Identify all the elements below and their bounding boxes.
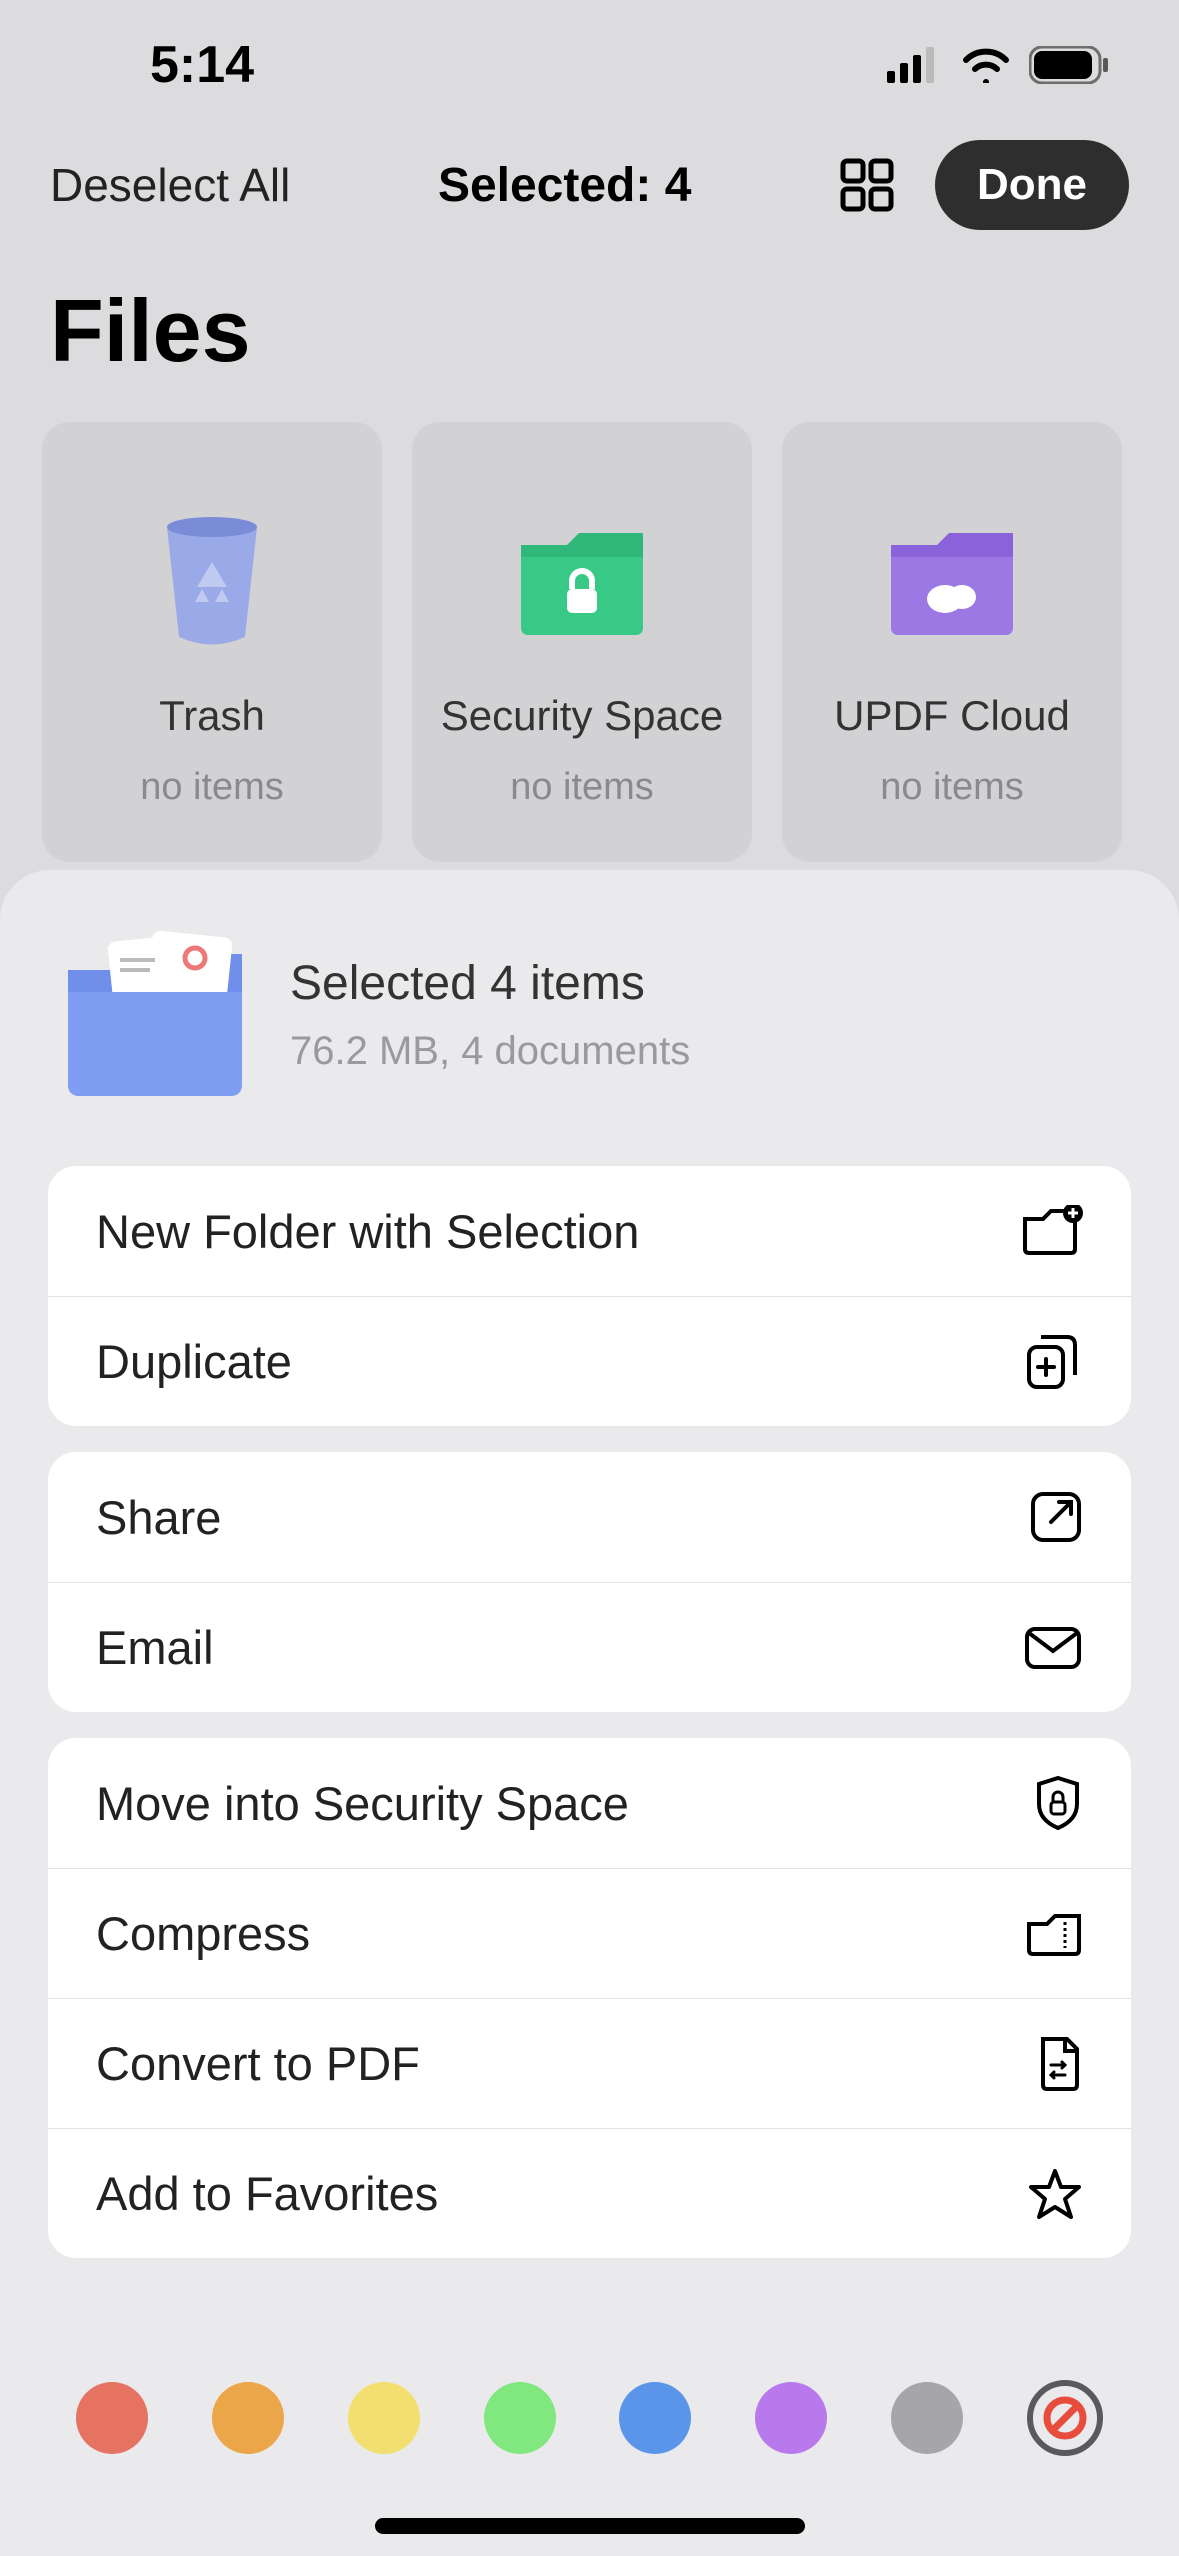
trash-icon <box>157 482 267 682</box>
star-icon <box>1027 2167 1083 2221</box>
cellular-icon <box>887 47 943 83</box>
convert-icon <box>1035 2035 1083 2093</box>
color-dot-orange[interactable] <box>212 2382 284 2454</box>
duplicate-icon <box>1025 1333 1083 1391</box>
color-dot-blue[interactable] <box>619 2382 691 2454</box>
folder-tile-cloud[interactable]: UPDF Cloud no items <box>782 422 1122 862</box>
action-group: Share Email <box>48 1452 1131 1712</box>
color-dot-purple[interactable] <box>755 2382 827 2454</box>
action-compress[interactable]: Compress <box>48 1868 1131 1998</box>
share-icon <box>1029 1490 1083 1544</box>
new-folder-icon <box>1021 1205 1083 1257</box>
action-label: Add to Favorites <box>96 2166 438 2221</box>
action-duplicate[interactable]: Duplicate <box>48 1296 1131 1426</box>
action-label: Convert to PDF <box>96 2036 420 2091</box>
email-icon <box>1023 1625 1083 1671</box>
action-label: Move into Security Space <box>96 1776 629 1831</box>
sheet-header: Selected 4 items 76.2 MB, 4 documents <box>0 870 1179 1140</box>
color-dot-red[interactable] <box>76 2382 148 2454</box>
action-share[interactable]: Share <box>48 1452 1131 1582</box>
security-folder-icon <box>517 482 647 682</box>
status-icons <box>887 46 1109 84</box>
folder-tile-name: Security Space <box>441 692 723 740</box>
action-group: New Folder with Selection Duplicate <box>48 1166 1131 1426</box>
action-label: Compress <box>96 1906 310 1961</box>
action-add-favorites[interactable]: Add to Favorites <box>48 2128 1131 2258</box>
battery-icon <box>1029 46 1109 84</box>
action-sheet: Selected 4 items 76.2 MB, 4 documents Ne… <box>0 870 1179 2556</box>
nav-bar: Deselect All Selected: 4 Done <box>0 130 1179 240</box>
cloud-folder-icon <box>887 482 1017 682</box>
action-email[interactable]: Email <box>48 1582 1131 1712</box>
action-label: New Folder with Selection <box>96 1204 639 1259</box>
done-button[interactable]: Done <box>935 140 1129 230</box>
color-row <box>0 2380 1179 2456</box>
folder-tile-sub: no items <box>140 766 284 809</box>
folder-tile-sub: no items <box>880 766 1024 809</box>
deselect-all-button[interactable]: Deselect All <box>50 158 290 212</box>
folder-tile-sub: no items <box>510 766 654 809</box>
action-group: Move into Security Space Compress Conver… <box>48 1738 1131 2258</box>
home-indicator[interactable] <box>375 2518 805 2534</box>
grid-view-icon[interactable] <box>839 157 895 213</box>
folder-tiles: Trash no items Security Space no items U… <box>0 422 1179 862</box>
folder-tile-name: Trash <box>159 692 265 740</box>
color-dot-green[interactable] <box>484 2382 556 2454</box>
wifi-icon <box>961 47 1011 83</box>
no-color-button[interactable] <box>1027 2380 1103 2456</box>
folder-tile-name: UPDF Cloud <box>834 692 1070 740</box>
status-time: 5:14 <box>150 35 254 95</box>
selection-folder-icon <box>60 930 250 1100</box>
page-title: Files <box>0 240 1179 422</box>
action-label: Share <box>96 1490 221 1545</box>
sheet-subtitle: 76.2 MB, 4 documents <box>290 1029 690 1074</box>
shield-lock-icon <box>1033 1774 1083 1832</box>
compress-icon <box>1025 1910 1083 1958</box>
color-dot-gray[interactable] <box>891 2382 963 2454</box>
action-new-folder[interactable]: New Folder with Selection <box>48 1166 1131 1296</box>
action-move-security[interactable]: Move into Security Space <box>48 1738 1131 1868</box>
folder-tile-security[interactable]: Security Space no items <box>412 422 752 862</box>
selected-count: Selected: 4 <box>290 158 839 213</box>
action-convert-pdf[interactable]: Convert to PDF <box>48 1998 1131 2128</box>
color-dot-yellow[interactable] <box>348 2382 420 2454</box>
action-label: Email <box>96 1620 214 1675</box>
action-label: Duplicate <box>96 1334 292 1389</box>
status-bar: 5:14 <box>0 0 1179 130</box>
folder-tile-trash[interactable]: Trash no items <box>42 422 382 862</box>
sheet-title: Selected 4 items <box>290 956 690 1011</box>
